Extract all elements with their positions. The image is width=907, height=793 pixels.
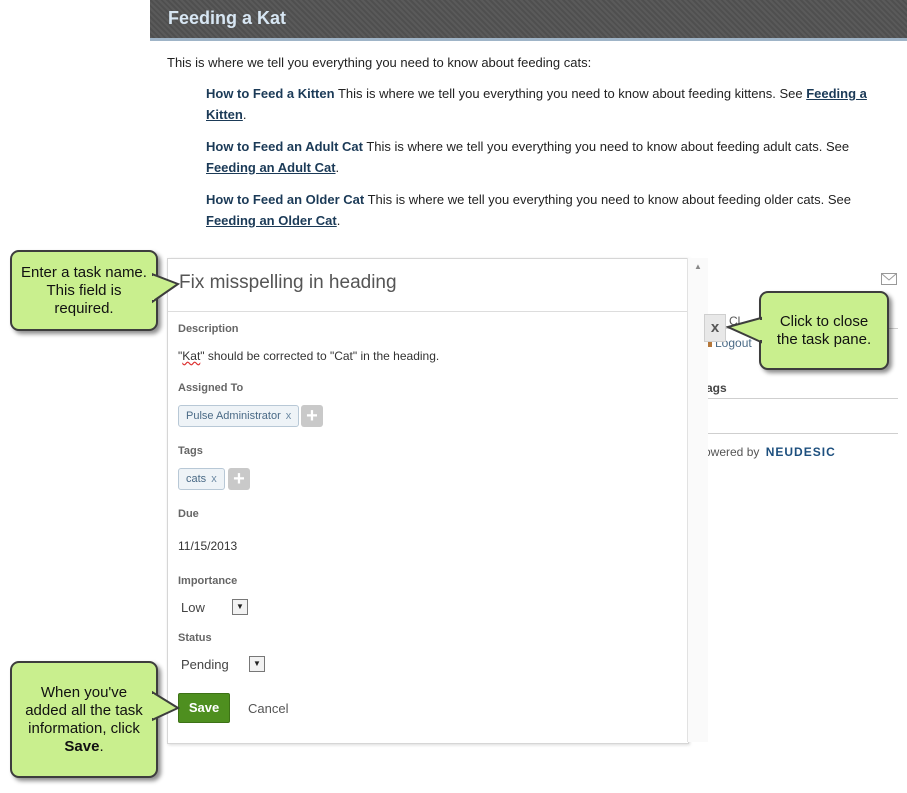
mail-icon[interactable] <box>881 272 897 290</box>
tags-heading-fragment: ags <box>706 381 727 395</box>
due-label: Due <box>178 508 199 520</box>
topic-text: This is where we tell you everything you… <box>364 192 852 207</box>
callout-pointer <box>152 272 180 304</box>
callout-pointer <box>152 690 180 722</box>
dropdown-arrow-icon[interactable]: ▼ <box>249 656 265 672</box>
assigned-to-label: Assigned To <box>178 382 244 394</box>
importance-label: Importance <box>178 575 238 587</box>
side-divider <box>706 433 898 434</box>
topic-older-cat: How to Feed an Older Cat This is where w… <box>206 192 852 228</box>
tags-label: Tags <box>178 445 203 457</box>
topic-kitten: How to Feed a Kitten This is where we te… <box>206 86 867 122</box>
cancel-button[interactable]: Cancel <box>248 701 288 716</box>
description-label: Description <box>178 323 239 335</box>
status-select[interactable]: Pending <box>181 657 229 672</box>
pane-divider <box>168 311 688 312</box>
callout-pointer <box>726 316 762 344</box>
page-title: Feeding a Kat <box>168 8 287 28</box>
topic-adult-cat: How to Feed an Adult Cat This is where w… <box>206 139 850 175</box>
remove-assignee-icon[interactable]: x <box>286 410 292 422</box>
topic-heading: How to Feed a Kitten <box>206 86 335 101</box>
scroll-up-arrow-icon[interactable]: ▲ <box>694 262 702 271</box>
callout-task-name: Enter a task name. This field is require… <box>10 250 158 331</box>
tag-chip: cats x <box>178 468 225 490</box>
callout-close-pane: Click to close the task pane. <box>759 291 889 370</box>
callout-save: When you've added all the task informati… <box>10 661 158 778</box>
topic-text: This is where we tell you everything you… <box>334 86 807 101</box>
powered-by: owered by NEUDESIC <box>704 445 836 459</box>
add-assignee-button[interactable]: + <box>301 405 323 427</box>
save-button[interactable]: Save <box>178 693 230 723</box>
page-header: Feeding a Kat <box>150 0 907 41</box>
task-pane: Fix misspelling in heading Description "… <box>167 258 689 744</box>
due-date-field[interactable]: 11/15/2013 <box>178 539 237 553</box>
topic-heading: How to Feed an Adult Cat <box>206 139 363 154</box>
link-feeding-an-older-cat[interactable]: Feeding an Older Cat <box>206 213 337 228</box>
importance-select[interactable]: Low <box>181 600 205 615</box>
intro-text: This is where we tell you everything you… <box>167 55 592 70</box>
task-name-field[interactable]: Fix misspelling in heading <box>179 272 397 294</box>
add-tag-button[interactable]: + <box>228 468 250 490</box>
dropdown-arrow-icon[interactable]: ▼ <box>232 599 248 615</box>
close-task-pane-button[interactable]: x <box>704 314 726 342</box>
topic-heading: How to Feed an Older Cat <box>206 192 365 207</box>
remove-tag-icon[interactable]: x <box>211 473 217 485</box>
neudesic-logo: NEUDESIC <box>765 445 836 459</box>
side-divider <box>706 398 898 399</box>
link-feeding-an-adult-cat[interactable]: Feeding an Adult Cat <box>206 160 336 175</box>
status-label: Status <box>178 632 212 644</box>
topic-text: This is where we tell you everything you… <box>362 139 850 154</box>
assignee-chip: Pulse Administrator x <box>178 405 300 427</box>
description-field[interactable]: "Kat" should be corrected to "Cat" in th… <box>178 349 439 363</box>
misspelled-word: Kat <box>182 349 201 363</box>
